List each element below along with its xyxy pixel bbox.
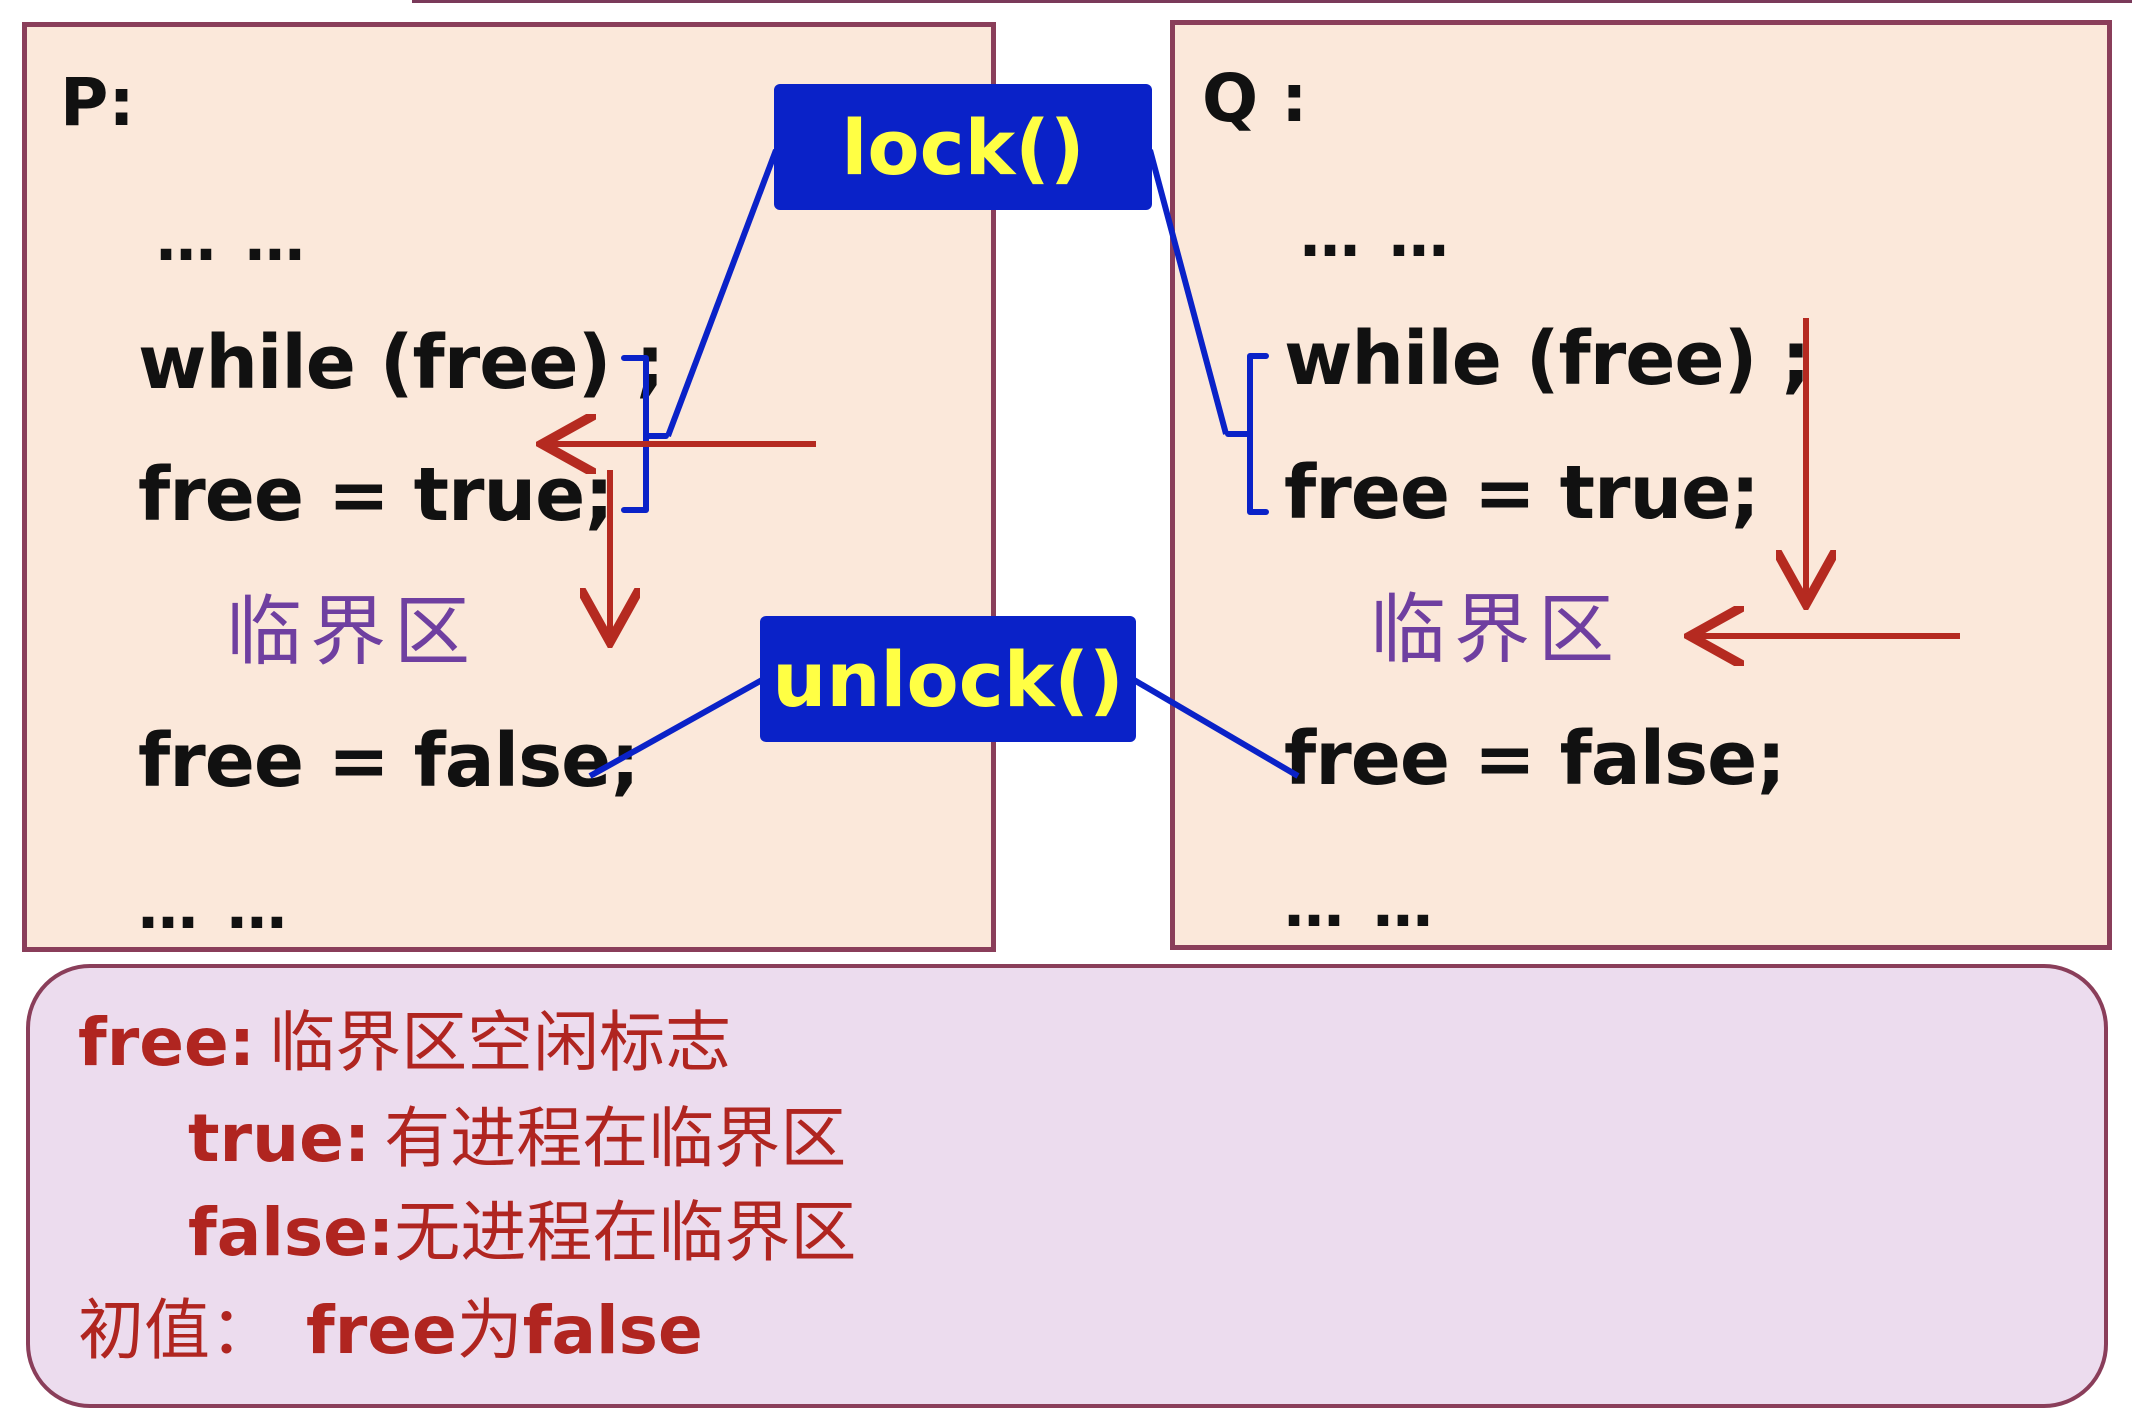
legend-true-key: true: (188, 1100, 371, 1177)
lock-callout: lock() (774, 84, 1152, 210)
legend-line-free: free: 临界区空闲标志 (78, 1010, 731, 1076)
legend-free-text: 临界区空闲标志 (269, 1004, 732, 1081)
legend-false-text: 无进程在临界区 (394, 1194, 857, 1271)
legend-free-key: free: (78, 1004, 256, 1081)
process-p-lock-brace (621, 355, 669, 513)
unlock-connector-p (588, 677, 764, 779)
legend-initial-var: free (306, 1292, 457, 1369)
unlock-callout: unlock() (760, 616, 1136, 742)
lock-connector-p (665, 148, 779, 438)
process-q-lock-brace (1225, 353, 1269, 515)
legend-false-key: false: (188, 1194, 395, 1271)
legend-line-false: false:无进程在临界区 (188, 1200, 856, 1266)
legend-line-initial: 初值： free为false (78, 1298, 703, 1364)
lock-connector-q (1147, 149, 1229, 435)
legend-true-text: 有进程在临界区 (384, 1100, 847, 1177)
legend-initial-val: false (522, 1292, 703, 1369)
legend-initial-mid: 为 (456, 1292, 523, 1369)
unlock-connector-q (1132, 677, 1300, 779)
legend-initial-prefix: 初值： (78, 1292, 276, 1369)
legend-line-true: true: 有进程在临界区 (188, 1106, 846, 1172)
